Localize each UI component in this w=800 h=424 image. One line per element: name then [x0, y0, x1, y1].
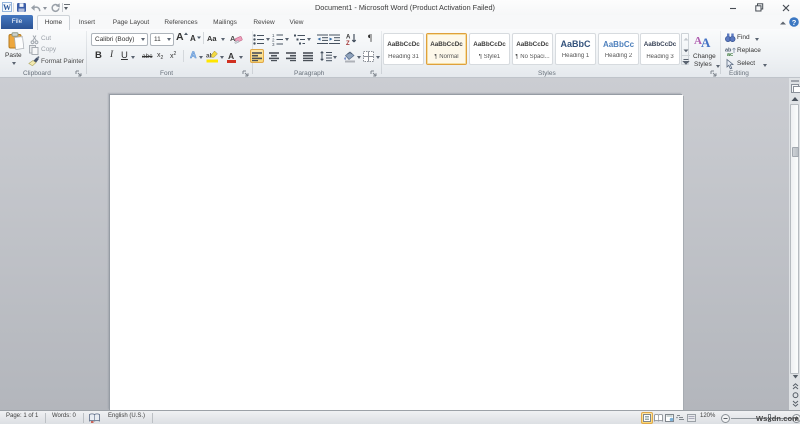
svg-text:W: W: [3, 3, 11, 12]
svg-text:Z: Z: [346, 41, 350, 47]
svg-text:A: A: [701, 35, 711, 50]
svg-text:3: 3: [272, 42, 275, 47]
svg-text:A: A: [346, 35, 351, 41]
svg-text:?: ?: [792, 18, 797, 27]
svg-text:ac: ac: [727, 52, 733, 58]
